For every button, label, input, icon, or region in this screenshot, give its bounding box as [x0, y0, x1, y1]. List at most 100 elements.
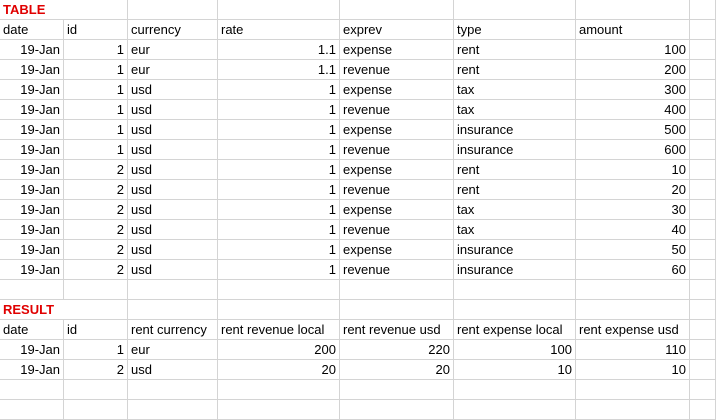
table-cell[interactable]: insurance	[454, 260, 576, 280]
empty-cell[interactable]	[218, 380, 340, 400]
table-cell[interactable]: 200	[576, 60, 690, 80]
empty-cell[interactable]	[218, 400, 340, 420]
table-cell[interactable]: 1	[218, 180, 340, 200]
empty-cell[interactable]	[128, 280, 218, 300]
empty-cell[interactable]	[128, 400, 218, 420]
empty-cell[interactable]	[340, 0, 454, 20]
column-header[interactable]: rent currency	[128, 320, 218, 340]
table-cell[interactable]: 1	[64, 80, 128, 100]
table-cell[interactable]: 50	[576, 240, 690, 260]
column-header[interactable]: rent revenue local	[218, 320, 340, 340]
empty-cell[interactable]	[576, 300, 690, 320]
empty-cell[interactable]	[340, 300, 454, 320]
table-cell[interactable]: 19-Jan	[0, 80, 64, 100]
empty-cell[interactable]	[690, 100, 716, 120]
table-cell[interactable]: 2	[64, 160, 128, 180]
table-cell[interactable]: 1	[64, 140, 128, 160]
table-cell[interactable]: 1	[64, 100, 128, 120]
table-cell[interactable]: 1	[218, 160, 340, 180]
empty-cell[interactable]	[690, 200, 716, 220]
table-cell[interactable]: 60	[576, 260, 690, 280]
empty-cell[interactable]	[690, 20, 716, 40]
table-cell[interactable]: 2	[64, 240, 128, 260]
table-cell[interactable]: rent	[454, 180, 576, 200]
table-cell[interactable]: usd	[128, 200, 218, 220]
table-cell[interactable]: 1	[218, 200, 340, 220]
column-header[interactable]: type	[454, 20, 576, 40]
empty-cell[interactable]	[690, 0, 716, 20]
table-cell[interactable]: rent	[454, 160, 576, 180]
table-cell[interactable]: 19-Jan	[0, 60, 64, 80]
empty-cell[interactable]	[690, 160, 716, 180]
table-cell[interactable]: usd	[128, 260, 218, 280]
empty-cell[interactable]	[64, 300, 128, 320]
table-cell[interactable]: revenue	[340, 180, 454, 200]
empty-cell[interactable]	[0, 400, 64, 420]
empty-cell[interactable]	[690, 120, 716, 140]
table-cell[interactable]: 20	[576, 180, 690, 200]
table-cell[interactable]: rent	[454, 40, 576, 60]
table-cell[interactable]: insurance	[454, 120, 576, 140]
column-header[interactable]: date	[0, 20, 64, 40]
table-cell[interactable]: 19-Jan	[0, 40, 64, 60]
table-cell[interactable]: 19-Jan	[0, 180, 64, 200]
table-cell[interactable]: usd	[128, 160, 218, 180]
result-cell[interactable]: 10	[454, 360, 576, 380]
table-cell[interactable]: 1	[218, 120, 340, 140]
table-cell[interactable]: eur	[128, 40, 218, 60]
table-cell[interactable]: 1	[64, 40, 128, 60]
table-cell[interactable]: 1	[218, 240, 340, 260]
column-header[interactable]: id	[64, 20, 128, 40]
result-cell[interactable]: usd	[128, 360, 218, 380]
table-cell[interactable]: 1	[64, 120, 128, 140]
table-cell[interactable]: rent	[454, 60, 576, 80]
empty-cell[interactable]	[218, 300, 340, 320]
empty-cell[interactable]	[690, 400, 716, 420]
column-header[interactable]: currency	[128, 20, 218, 40]
result-cell[interactable]: 20	[218, 360, 340, 380]
table-cell[interactable]: 1.1	[218, 60, 340, 80]
table-cell[interactable]: 1	[64, 60, 128, 80]
empty-cell[interactable]	[576, 280, 690, 300]
empty-cell[interactable]	[128, 380, 218, 400]
table-cell[interactable]: 19-Jan	[0, 200, 64, 220]
empty-cell[interactable]	[218, 280, 340, 300]
empty-cell[interactable]	[690, 320, 716, 340]
result-cell[interactable]: 19-Jan	[0, 340, 64, 360]
empty-cell[interactable]	[128, 0, 218, 20]
table-cell[interactable]: 400	[576, 100, 690, 120]
table-cell[interactable]: 2	[64, 200, 128, 220]
table-cell[interactable]: revenue	[340, 260, 454, 280]
empty-cell[interactable]	[454, 300, 576, 320]
empty-cell[interactable]	[576, 400, 690, 420]
empty-cell[interactable]	[64, 0, 128, 20]
empty-cell[interactable]	[64, 380, 128, 400]
result-title[interactable]: RESULT	[0, 300, 64, 320]
table-cell[interactable]: 1	[218, 80, 340, 100]
table-cell[interactable]: tax	[454, 100, 576, 120]
empty-cell[interactable]	[64, 280, 128, 300]
column-header[interactable]: date	[0, 320, 64, 340]
table-cell[interactable]: 2	[64, 260, 128, 280]
empty-cell[interactable]	[454, 0, 576, 20]
column-header[interactable]: exprev	[340, 20, 454, 40]
table-cell[interactable]: 100	[576, 40, 690, 60]
table-cell[interactable]: 500	[576, 120, 690, 140]
table-cell[interactable]: usd	[128, 140, 218, 160]
table-cell[interactable]: 19-Jan	[0, 120, 64, 140]
table-cell[interactable]: revenue	[340, 140, 454, 160]
table-cell[interactable]: usd	[128, 220, 218, 240]
table-cell[interactable]: 1	[218, 260, 340, 280]
table-cell[interactable]: expense	[340, 200, 454, 220]
empty-cell[interactable]	[690, 80, 716, 100]
empty-cell[interactable]	[690, 380, 716, 400]
table-cell[interactable]: 300	[576, 80, 690, 100]
empty-cell[interactable]	[576, 0, 690, 20]
empty-cell[interactable]	[690, 260, 716, 280]
empty-cell[interactable]	[690, 40, 716, 60]
result-cell[interactable]: 10	[576, 360, 690, 380]
table-cell[interactable]: 2	[64, 180, 128, 200]
table-cell[interactable]: tax	[454, 80, 576, 100]
table-cell[interactable]: expense	[340, 40, 454, 60]
table-cell[interactable]: insurance	[454, 140, 576, 160]
